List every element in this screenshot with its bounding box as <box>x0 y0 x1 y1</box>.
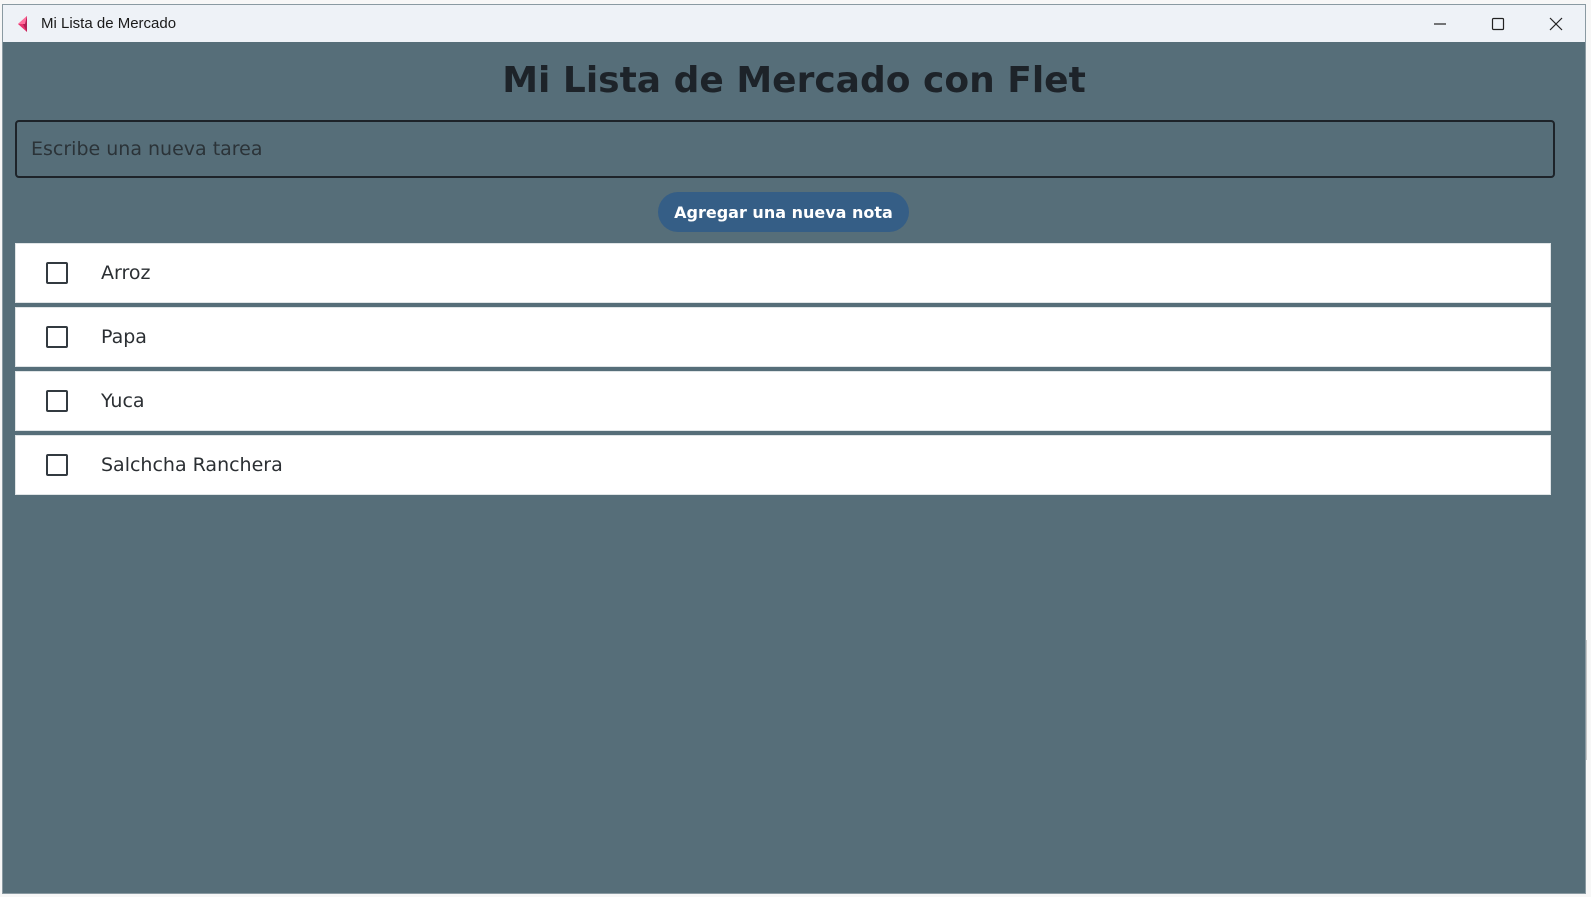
app-window: Mi Lista de Mercado Mi Lista de Mercado … <box>2 4 1586 894</box>
item-checkbox[interactable] <box>46 326 68 348</box>
item-checkbox[interactable] <box>46 454 68 476</box>
app-content: Mi Lista de Mercado con Flet Agregar una… <box>3 42 1585 893</box>
item-label: Arroz <box>101 262 151 284</box>
item-label: Salchcha Ranchera <box>101 454 283 476</box>
minimize-icon <box>1434 22 1446 25</box>
list-item: Yuca <box>15 371 1551 431</box>
minimize-button[interactable] <box>1411 5 1469 42</box>
window-title: Mi Lista de Mercado <box>41 15 177 32</box>
shopping-list: Arroz Papa Yuca Salchcha Ranchera <box>15 243 1551 499</box>
maximize-icon <box>1491 17 1505 30</box>
new-task-input[interactable] <box>15 120 1555 178</box>
background-window-edge <box>1586 640 1591 760</box>
item-checkbox[interactable] <box>46 262 68 284</box>
close-button[interactable] <box>1527 5 1585 42</box>
title-bar[interactable]: Mi Lista de Mercado <box>3 5 1585 42</box>
item-label: Yuca <box>101 390 145 412</box>
item-label: Papa <box>101 326 147 348</box>
list-item: Salchcha Ranchera <box>15 435 1551 495</box>
add-note-button[interactable]: Agregar una nueva nota <box>658 192 909 232</box>
window-controls <box>1411 5 1585 42</box>
close-icon <box>1549 17 1563 30</box>
item-checkbox[interactable] <box>46 390 68 412</box>
list-item: Papa <box>15 307 1551 367</box>
maximize-button[interactable] <box>1469 5 1527 42</box>
list-item: Arroz <box>15 243 1551 303</box>
flet-logo-icon <box>15 15 33 33</box>
page-title: Mi Lista de Mercado con Flet <box>502 60 1086 101</box>
